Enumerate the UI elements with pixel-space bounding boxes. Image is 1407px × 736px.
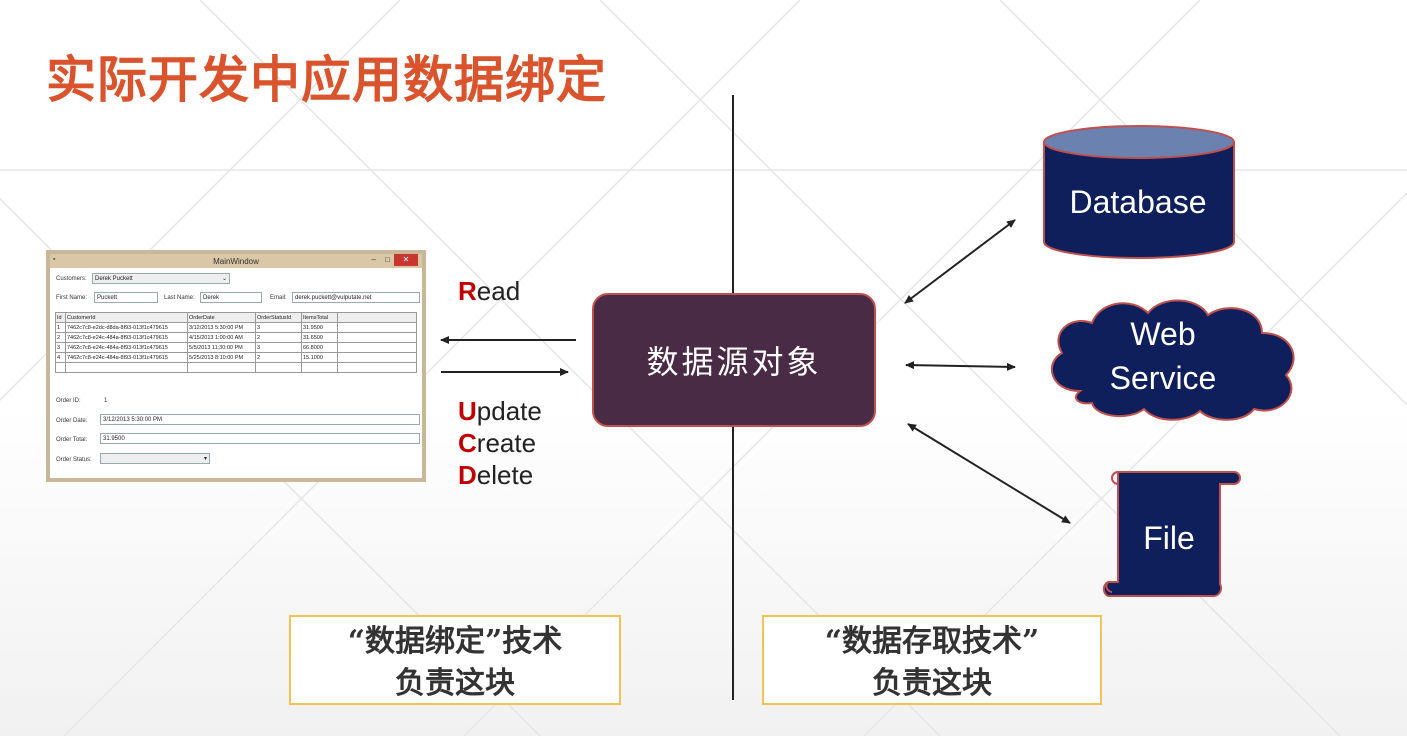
file-arrow	[907, 423, 1071, 524]
database-arrow	[904, 219, 1016, 304]
read-rest: ead	[476, 276, 521, 306]
read-letter: R	[458, 276, 477, 306]
web-service-line1: Web	[1130, 316, 1196, 352]
web-service-line2: Service	[1109, 360, 1217, 396]
read-label: Read	[458, 276, 520, 307]
web-service-arrow	[905, 361, 1016, 371]
data-access-note: “数据存取技术” 负责这块	[762, 615, 1102, 705]
update-rest: pdate	[476, 396, 542, 426]
update-label: Update	[458, 396, 542, 427]
data-source-object-box: 数据源对象	[592, 293, 876, 427]
data-source-object-label: 数据源对象	[646, 343, 822, 381]
delete-rest: elete	[476, 460, 534, 490]
data-binding-note-line2: 负责这块	[395, 666, 515, 701]
database-label: Database	[1069, 184, 1207, 220]
update-letter: U	[458, 396, 477, 426]
create-label: Create	[458, 428, 536, 459]
data-access-note-line2: 负责这块	[872, 666, 992, 701]
create-letter: C	[458, 428, 477, 458]
create-rest: reate	[476, 428, 537, 458]
file-label: File	[1143, 520, 1195, 556]
data-binding-note: “数据绑定”技术 负责这块	[289, 615, 621, 705]
web-service-label: Web Service	[1060, 312, 1266, 400]
data-binding-note-line1: “数据绑定”技术	[347, 624, 563, 659]
delete-letter: D	[458, 460, 477, 490]
delete-label: Delete	[458, 460, 533, 491]
data-access-note-line1: “数据存取技术”	[824, 624, 1040, 659]
